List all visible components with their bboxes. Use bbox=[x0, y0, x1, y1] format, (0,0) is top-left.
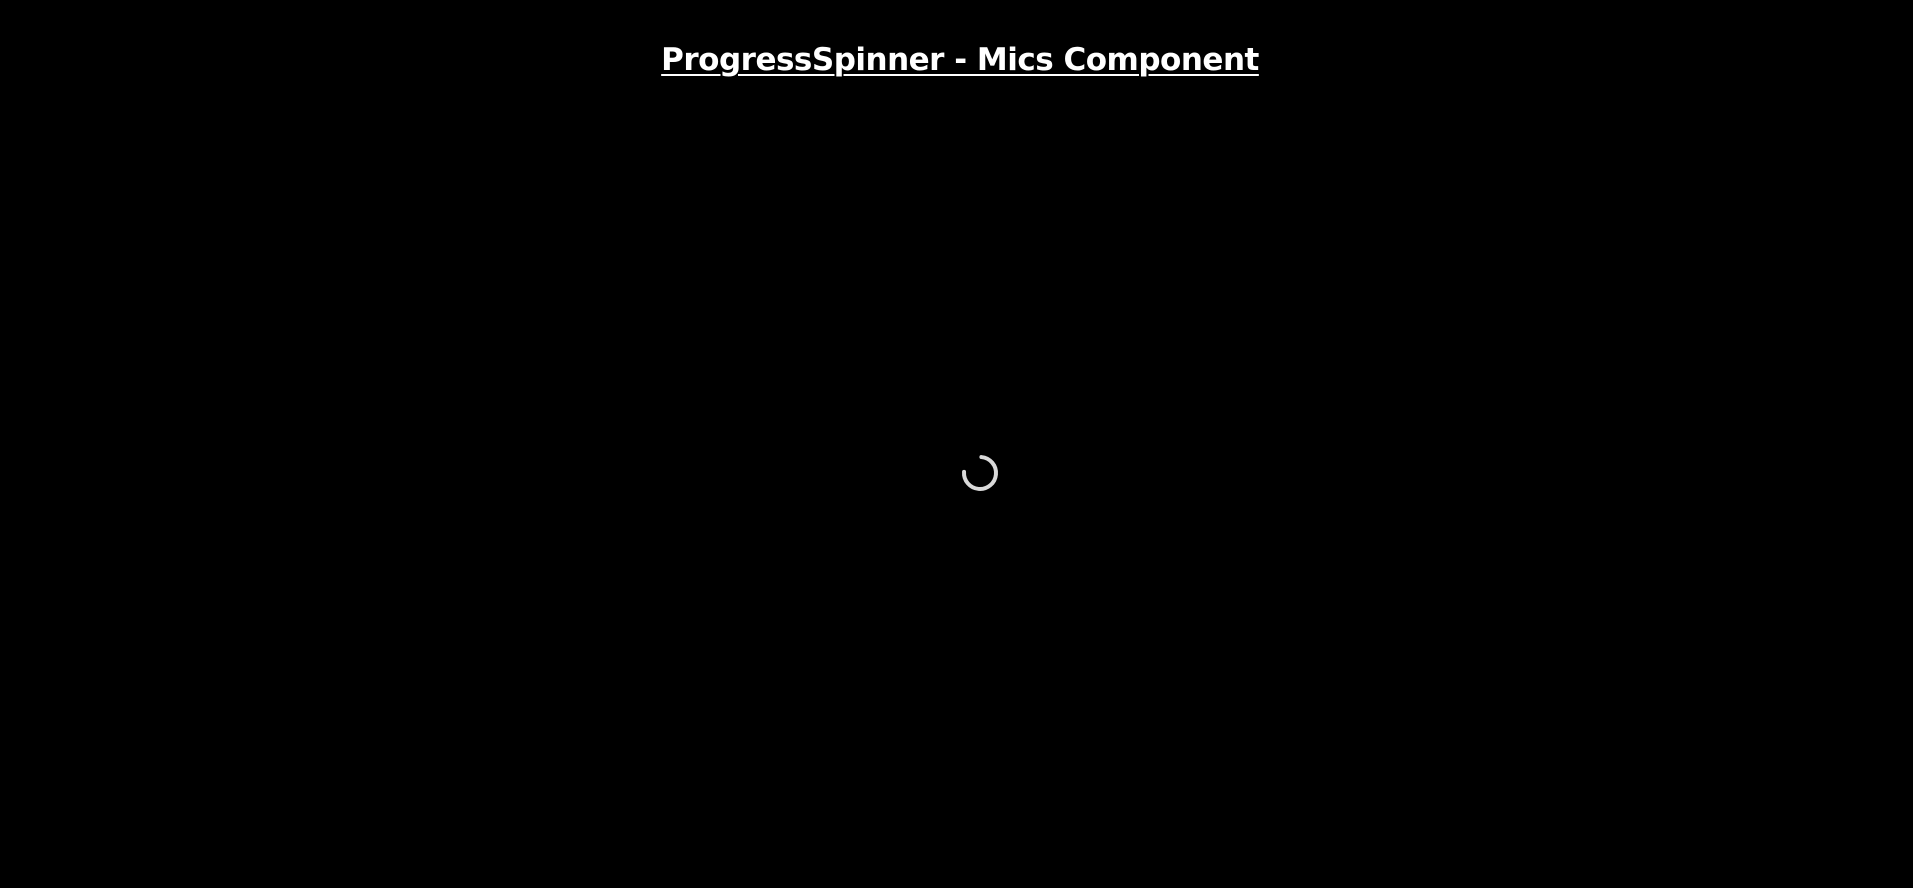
page-root: ProgressSpinner - Mics Component bbox=[0, 0, 1913, 888]
progress-spinner bbox=[960, 453, 1000, 493]
page-title: ProgressSpinner - Mics Component bbox=[661, 42, 1259, 78]
progress-spinner-icon bbox=[962, 455, 998, 491]
spinner-arc bbox=[962, 455, 998, 491]
